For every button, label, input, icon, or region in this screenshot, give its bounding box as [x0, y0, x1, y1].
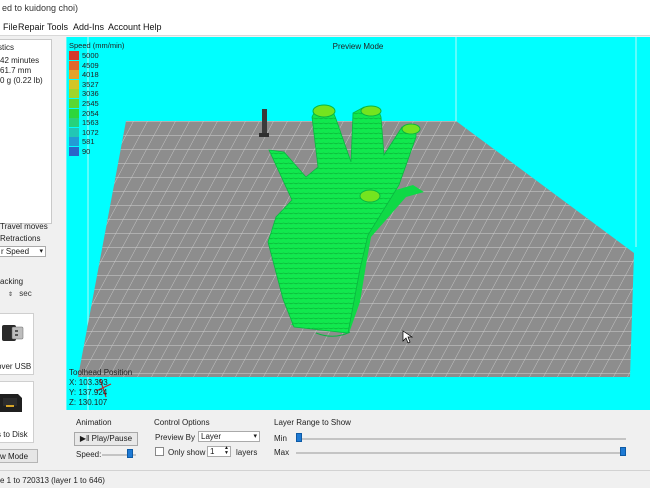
color-by-select[interactable]: r Speed ▾ — [0, 246, 46, 257]
legend-swatch — [69, 89, 79, 99]
preview-viewport[interactable]: Preview Mode Speed (mm/min) 5000 4509 4018… — [66, 37, 650, 410]
play-pause-label: Play/Pause — [91, 434, 133, 443]
legend-value: 2545 — [82, 99, 99, 108]
layer-range-label: Layer Range to Show — [274, 418, 351, 427]
nozzle — [262, 109, 267, 135]
view-mode-label: w Mode — [0, 452, 29, 461]
legend-swatch — [69, 108, 79, 118]
play-pause-button[interactable]: ▶‖ Play/Pause — [74, 432, 138, 446]
tracking-stepper[interactable]: ⇕ sec — [8, 289, 32, 298]
legend-swatch — [69, 127, 79, 137]
preview-mode-label: Preview Mode — [332, 42, 384, 51]
sd-card-icon — [0, 394, 22, 412]
usb-plug-icon — [2, 325, 24, 341]
view-mode-button[interactable]: w Mode — [0, 449, 38, 463]
legend-swatch — [69, 137, 79, 147]
preview-controls: Animation ▶‖ Play/Pause Speed: Control O… — [66, 410, 650, 470]
status-bar: e 1 to 720313 (layer 1 to 646) — [0, 470, 650, 488]
speed-slider-thumb[interactable] — [127, 449, 134, 458]
toolhead-y: Y: 137.924 — [69, 388, 108, 397]
speed-label: Speed: — [76, 450, 102, 459]
min-layer-slider-track[interactable] — [296, 438, 626, 440]
legend-value: 1563 — [82, 118, 99, 128]
chevron-down-icon: ▾ — [253, 433, 257, 440]
legend-value: 4018 — [82, 70, 99, 80]
toolhead-x: X: 103.393 — [69, 378, 108, 387]
statistics-label: stics — [0, 43, 14, 52]
menu-bar: File Repair Tools Add-Ins Account Help — [0, 20, 650, 36]
max-layer-slider-thumb[interactable] — [620, 447, 626, 456]
menu-file[interactable]: File — [3, 22, 18, 32]
layers-label: layers — [236, 448, 258, 457]
spin-arrows-icon: ⇕ — [8, 292, 14, 298]
control-options-label: Control Options — [154, 418, 210, 427]
min-layer-slider-thumb[interactable] — [296, 433, 302, 442]
toolhead-z: Z: 130.107 — [69, 398, 108, 407]
print-over-usb-label: over USB — [0, 362, 32, 371]
title-bar: ed to kuidong choi) — [0, 0, 650, 20]
stat-weight: 0 g (0.22 lb) — [0, 76, 43, 85]
menu-help[interactable]: Help — [143, 22, 162, 32]
legend-value: 5000 — [82, 51, 99, 60]
tracking-unit: sec — [19, 289, 32, 298]
show-retractions[interactable]: Retractions — [0, 234, 40, 243]
legend-swatch — [69, 70, 79, 80]
legend-swatch — [69, 147, 79, 156]
tracking-label: acking — [0, 277, 24, 286]
stat-filament-length: 61.7 mm — [0, 66, 32, 75]
color-by-value: r Speed — [1, 247, 30, 256]
max-layer-slider-track[interactable] — [296, 452, 626, 454]
legend-value: 2054 — [82, 108, 99, 118]
left-panel: stics 42 minutes 61.7 mm 0 g (0.22 lb) T… — [0, 37, 64, 470]
only-show-layers-stepper[interactable]: 1 ▲ ▼ — [207, 446, 231, 457]
preview-by-value: Layer — [201, 432, 222, 441]
statistics-box: stics 42 minutes 61.7 mm 0 g (0.22 lb) — [0, 39, 52, 224]
menu-tools[interactable]: Tools — [47, 22, 68, 32]
legend-swatch — [69, 60, 79, 70]
menu-add-ins[interactable]: Add-Ins — [73, 22, 104, 32]
legend-swatch — [69, 118, 79, 128]
legend-swatch — [69, 51, 79, 60]
status-text: e 1 to 720313 (layer 1 to 646) — [0, 476, 105, 485]
chevron-down-icon: ▾ — [39, 248, 43, 255]
print-over-usb-tile[interactable]: over USB — [0, 313, 34, 375]
only-show-layers-value: 1 — [210, 447, 215, 456]
preview-by-select[interactable]: Layer ▾ — [198, 431, 260, 442]
preview-by-label: Preview By — [155, 433, 196, 442]
max-label: Max — [274, 448, 290, 457]
toolhead-position: Toolhead Position X: 103.393 Y: 137.924 … — [69, 368, 149, 408]
build-scene — [66, 37, 637, 410]
legend-swatch — [69, 79, 79, 89]
legend-value: 581 — [82, 137, 95, 147]
legend-value: 3036 — [82, 89, 99, 99]
legend-value: 90 — [82, 147, 91, 156]
stat-print-time: 42 minutes — [0, 56, 40, 65]
legend-title: Speed (mm/min) — [69, 41, 125, 50]
only-show-label: Only show — [168, 448, 206, 457]
show-travel-moves[interactable]: Travel moves — [0, 222, 48, 231]
menu-account[interactable]: Account — [108, 22, 141, 32]
min-label: Min — [274, 434, 287, 443]
window-title: ed to kuidong choi) — [2, 3, 79, 13]
spin-arrows-icon: ▲ ▼ — [224, 445, 229, 456]
legend-value: 4509 — [82, 60, 99, 70]
save-to-disk-tile[interactable]: s to Disk — [0, 381, 34, 443]
menu-repair[interactable]: Repair — [18, 22, 45, 32]
toolhead-title: Toolhead Position — [69, 368, 133, 377]
animation-label: Animation — [76, 418, 112, 427]
only-show-checkbox[interactable] — [155, 447, 164, 456]
legend-swatch — [69, 99, 79, 108]
play-pause-icon: ▶‖ — [79, 434, 90, 443]
save-to-disk-label: s to Disk — [0, 430, 28, 439]
legend-value: 3527 — [82, 79, 99, 89]
legend-value: 1072 — [82, 127, 99, 137]
